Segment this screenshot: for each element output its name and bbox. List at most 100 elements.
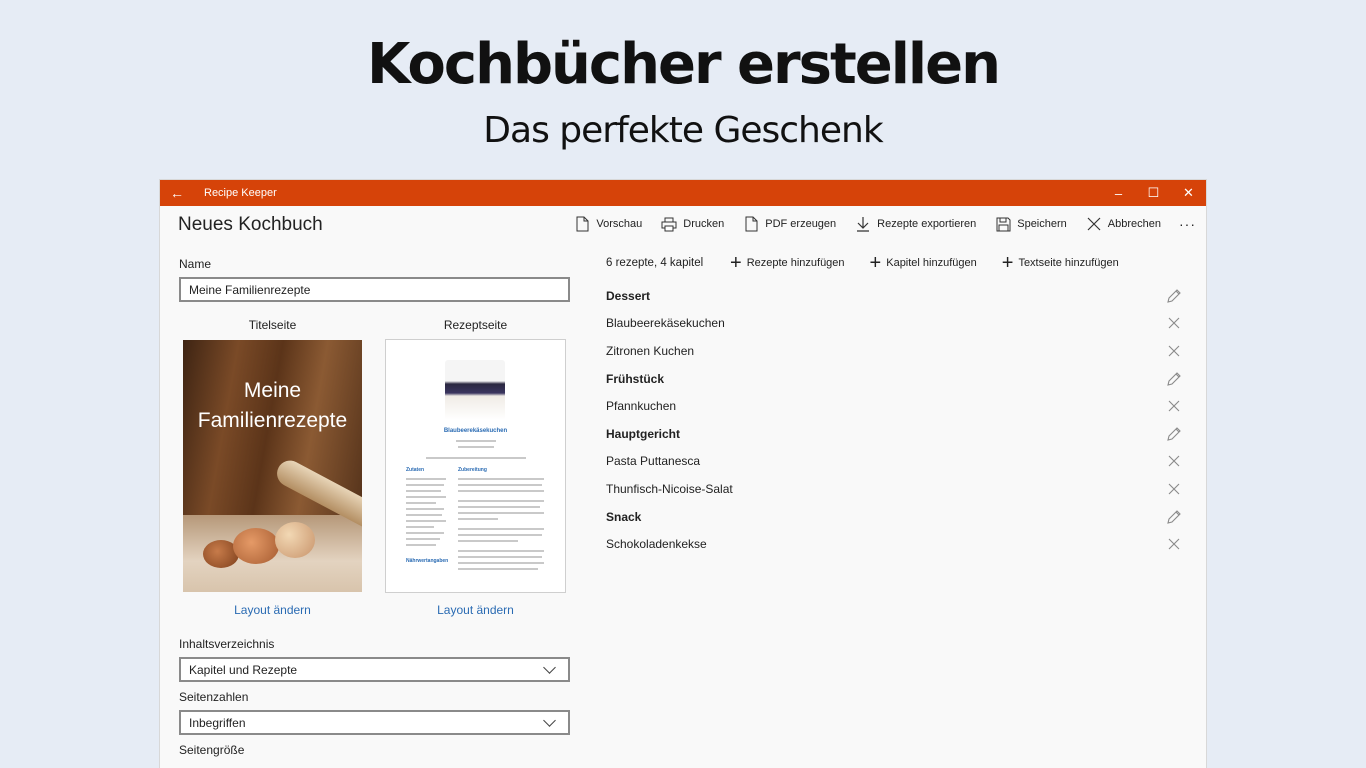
- preview-text-line: [458, 506, 540, 508]
- edit-pencil-icon[interactable]: [1164, 286, 1184, 306]
- add-recipes-button[interactable]: + Rezepte hinzufügen: [730, 252, 845, 274]
- page-numbers-select[interactable]: Inbegriffen: [179, 710, 570, 735]
- remove-icon[interactable]: [1164, 479, 1184, 499]
- recipe-name: Blaubeerekäsekuchen: [606, 316, 725, 331]
- recipe-row[interactable]: Schokoladenkekse: [606, 530, 1186, 558]
- preview-ingredients-heading: Zutaten: [406, 467, 425, 473]
- remove-icon[interactable]: [1164, 534, 1184, 554]
- page-numbers-select-value: Inbegriffen: [189, 715, 246, 730]
- preview-text-line: [406, 508, 444, 510]
- chevron-down-icon: [543, 661, 556, 674]
- recipe-name: Zitronen Kuchen: [606, 343, 695, 358]
- app-window: ← Recipe Keeper – ☐ ✕ Neues Kochbuch Vor…: [160, 180, 1206, 768]
- preview-text-line: [406, 532, 444, 534]
- name-input-value: Meine Familienrezepte: [189, 282, 311, 297]
- add-chapter-button[interactable]: + Kapitel hinzufügen: [869, 252, 977, 274]
- back-arrow-icon[interactable]: ←: [160, 185, 194, 201]
- chapter-row[interactable]: Dessert: [606, 282, 1186, 310]
- toc-select-value: Kapitel und Rezepte: [189, 662, 298, 677]
- title-page-label: Titelseite: [248, 318, 297, 332]
- create-pdf-button[interactable]: PDF erzeugen: [743, 216, 836, 232]
- recipe-row[interactable]: Zitronen Kuchen: [606, 337, 1186, 365]
- remove-icon[interactable]: [1164, 341, 1184, 361]
- chapter-name: Snack: [606, 509, 642, 524]
- export-recipes-button[interactable]: Rezepte exportieren: [855, 216, 976, 232]
- recipe-row[interactable]: Thunfisch-Nicoise-Salat: [606, 475, 1186, 503]
- toc-label: Inhaltsverzeichnis: [179, 637, 275, 651]
- preview-text-line: [458, 568, 538, 570]
- recipe-row[interactable]: Pasta Puttanesca: [606, 448, 1186, 476]
- remove-icon[interactable]: [1164, 451, 1184, 471]
- chapter-row[interactable]: Snack: [606, 503, 1186, 531]
- change-recipe-layout-link[interactable]: Layout ändern: [386, 603, 565, 617]
- remove-icon[interactable]: [1164, 313, 1184, 333]
- print-label: Drucken: [683, 218, 725, 230]
- edit-pencil-icon[interactable]: [1164, 507, 1184, 527]
- chapter-name: Hauptgericht: [606, 426, 681, 441]
- window-controls: – ☐ ✕: [1101, 180, 1206, 206]
- close-window-button[interactable]: ✕: [1171, 180, 1206, 206]
- command-bar: Vorschau Drucken PDF erzeugen Rezepte ex…: [555, 216, 1196, 232]
- preview-text-line: [458, 446, 494, 448]
- export-recipes-label: Rezepte exportieren: [877, 218, 977, 230]
- preview-text-line: [458, 562, 544, 564]
- preview-text-line: [458, 512, 544, 514]
- toc-select[interactable]: Kapitel und Rezepte: [179, 657, 570, 682]
- promo-title: Kochbücher erstellen: [367, 32, 1001, 97]
- egg-shell-image: [233, 528, 279, 564]
- download-icon: [855, 216, 871, 232]
- preview-text-line: [458, 556, 542, 558]
- recipe-preview-title: Blaubeerekäsekuchen: [443, 428, 508, 434]
- title-bar: ← Recipe Keeper – ☐ ✕: [160, 180, 1206, 206]
- cookbook-contents-list: Dessert Blaubeerekäsekuchen Zitronen Kuche…: [606, 282, 1186, 558]
- preview-text-line: [458, 528, 544, 530]
- preview-text-line: [406, 490, 441, 492]
- add-recipes-label: Rezepte hinzufügen: [746, 257, 845, 269]
- chapter-name: Frühstück: [606, 371, 665, 386]
- preview-button[interactable]: Vorschau: [574, 216, 642, 232]
- preview-text-line: [406, 478, 446, 480]
- chapter-row[interactable]: Hauptgericht: [606, 420, 1186, 448]
- preview-text-line: [406, 526, 434, 528]
- edit-pencil-icon[interactable]: [1164, 369, 1184, 389]
- preview-text-line: [458, 540, 518, 542]
- remove-icon[interactable]: [1164, 396, 1184, 416]
- print-button[interactable]: Drucken: [661, 216, 724, 232]
- add-text-page-button[interactable]: + Textseite hinzufügen: [1002, 253, 1119, 273]
- add-actions-bar: + Rezepte hinzufügen + Kapitel hinzufüge…: [730, 252, 1144, 274]
- save-label: Speichern: [1017, 218, 1067, 230]
- preview-text-line: [406, 544, 436, 546]
- recipe-page-label: Rezeptseite: [443, 318, 508, 332]
- plus-icon: +: [730, 252, 742, 274]
- cancel-button[interactable]: Abbrechen: [1086, 216, 1161, 232]
- change-title-layout-link[interactable]: Layout ändern: [183, 603, 362, 617]
- preview-text-line: [458, 518, 498, 520]
- preview-text-line: [458, 490, 544, 492]
- minimize-button[interactable]: –: [1101, 180, 1136, 206]
- recipe-row[interactable]: Blaubeerekäsekuchen: [606, 310, 1186, 338]
- save-icon: [995, 216, 1011, 232]
- title-page-preview[interactable]: Meine Familienrezepte: [183, 340, 362, 592]
- plus-icon: +: [869, 252, 882, 274]
- chevron-down-icon: [543, 714, 556, 727]
- save-button[interactable]: Speichern: [995, 216, 1067, 232]
- preview-text-line: [406, 514, 442, 516]
- chapter-name: Dessert: [606, 288, 651, 303]
- cover-title-line2: Familienrezepte: [197, 409, 348, 432]
- preview-text-line: [406, 538, 440, 540]
- recipe-name: Pasta Puttanesca: [606, 454, 701, 469]
- recipe-name: Schokoladenkekse: [606, 537, 707, 552]
- maximize-button[interactable]: ☐: [1136, 180, 1171, 206]
- name-input[interactable]: Meine Familienrezepte: [179, 277, 570, 302]
- page-title: Neues Kochbuch: [178, 214, 323, 235]
- recipe-page-preview[interactable]: Blaubeerekäsekuchen Zutaten Zubereitung …: [386, 340, 565, 592]
- more-options-button[interactable]: ···: [1179, 216, 1196, 232]
- cheesecake-photo: [445, 360, 505, 420]
- preview-text-line: [406, 484, 444, 486]
- recipe-row[interactable]: Pfannkuchen: [606, 392, 1186, 420]
- printer-icon: [661, 216, 677, 232]
- edit-pencil-icon[interactable]: [1164, 424, 1184, 444]
- recipe-name: Thunfisch-Nicoise-Salat: [606, 481, 733, 496]
- chapter-row[interactable]: Frühstück: [606, 365, 1186, 393]
- preview-text-line: [406, 520, 446, 522]
